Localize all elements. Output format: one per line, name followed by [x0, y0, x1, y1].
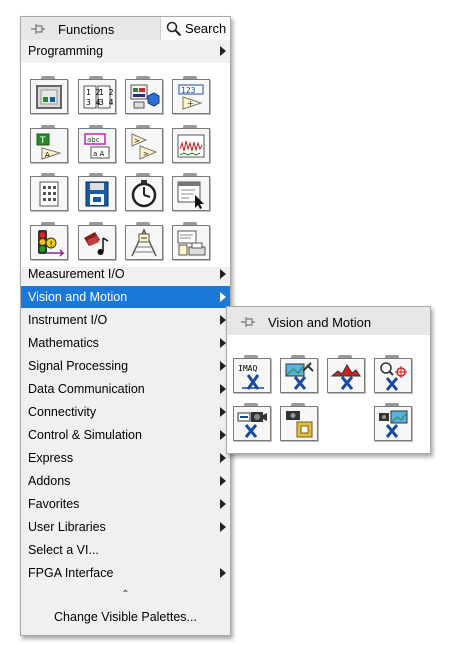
array-icon[interactable]: 1 2 1 2 3 4 3 4	[78, 76, 116, 114]
palette-title: Functions	[58, 22, 115, 37]
vision-utilities-icon[interactable]	[280, 355, 318, 393]
graphics-sound-icon[interactable]	[78, 222, 116, 260]
menu-item-programming[interactable]: Programming	[21, 40, 230, 62]
svg-text:a A: a A	[93, 150, 105, 158]
machine-vision-icon[interactable]	[374, 355, 412, 393]
menu-item-express[interactable]: Express	[21, 447, 230, 469]
menu-item-label: Select a VI...	[28, 543, 99, 557]
image-processing-icon[interactable]	[327, 355, 365, 393]
menu-item-label: Vision and Motion	[28, 290, 128, 304]
menu-item-label: FPGA Interface	[28, 566, 114, 580]
vision-acquisition-icon[interactable]	[233, 403, 271, 441]
menu-item-mathematics[interactable]: Mathematics	[21, 332, 230, 354]
print-report-icon[interactable]	[172, 222, 210, 260]
pushpin-icon[interactable]	[29, 21, 47, 37]
vision-and-motion-subpalette: Vision and Motion IMAQ	[226, 306, 431, 454]
dialog-ui-icon[interactable]	[30, 173, 68, 211]
menu-item-label: Programming	[28, 44, 104, 58]
svg-text:3 4: 3 4	[99, 98, 113, 107]
timing-waveform-icon[interactable]	[172, 125, 210, 163]
menu-item-measurement-i-o[interactable]: Measurement I/O	[21, 263, 230, 285]
search-label: Search	[185, 21, 227, 36]
menu-item-fpga-interface[interactable]: FPGA Interface	[21, 562, 230, 584]
menu-item-label: Signal Processing	[28, 359, 129, 373]
menu-item-label: Measurement I/O	[28, 267, 125, 281]
programming-icons-grid: 1 2 1 2 3 4 3 4 123 + T A abc a A > > !	[21, 63, 230, 267]
menu-item-select-a-vi[interactable]: Select a VI...	[21, 539, 230, 561]
submenu-arrow-icon	[220, 269, 226, 279]
menu-item-signal-processing[interactable]: Signal Processing	[21, 355, 230, 377]
svg-text:>: >	[134, 137, 140, 145]
menu-item-label: Addons	[28, 474, 71, 488]
application-control-icon[interactable]	[172, 173, 210, 211]
collapse-chevron-icon[interactable]: ⌃	[21, 589, 230, 603]
comparison-icon[interactable]: > >	[125, 125, 163, 163]
svg-text:A: A	[45, 151, 50, 159]
change-visible-palettes-button[interactable]: Change Visible Palettes...	[21, 610, 230, 624]
menu-item-label: Connectivity	[28, 405, 97, 419]
cluster-class-variant-icon[interactable]	[125, 76, 163, 114]
menu-item-user-libraries[interactable]: User Libraries	[21, 516, 230, 538]
svg-text:!: !	[50, 240, 53, 249]
string-icon[interactable]: abc a A	[78, 125, 116, 163]
timing-icon[interactable]	[125, 173, 163, 211]
search-icon	[166, 21, 182, 36]
palette-title-bar[interactable]: Functions Search	[21, 17, 230, 40]
menu-item-label: Express	[28, 451, 74, 465]
search-button[interactable]: Search	[160, 17, 230, 40]
menu-item-connectivity[interactable]: Connectivity	[21, 401, 230, 423]
motion-icon[interactable]	[280, 403, 318, 441]
menu-item-vision-and-motion[interactable]: Vision and Motion	[21, 286, 230, 308]
menu-item-label: Control & Simulation	[28, 428, 142, 442]
numeric-icon[interactable]: 123 +	[172, 76, 210, 114]
menu-item-label: Data Communication	[28, 382, 145, 396]
menu-item-label: Instrument I/O	[28, 313, 108, 327]
menu-item-control-simulation[interactable]: Control & Simulation	[21, 424, 230, 446]
report-generation-icon[interactable]	[125, 222, 163, 260]
submenu-arrow-icon	[220, 292, 226, 302]
svg-text:>: >	[143, 150, 149, 158]
submenu-arrow-icon	[220, 522, 226, 532]
svg-text:+: +	[187, 99, 194, 108]
imaq-text: IMAQ	[238, 364, 257, 373]
structures-icon[interactable]	[30, 76, 68, 114]
submenu-arrow-icon	[220, 499, 226, 509]
menu-item-label: User Libraries	[28, 520, 106, 534]
functions-palette: Functions Search Programming 1 2 1 2 3 4…	[20, 16, 231, 636]
pushpin-icon[interactable]	[239, 314, 257, 330]
synchronization-icon[interactable]: !	[30, 222, 68, 260]
menu-item-label: Mathematics	[28, 336, 99, 350]
boolean-icon[interactable]: T A	[30, 125, 68, 163]
vision-express-icon[interactable]	[374, 403, 412, 441]
submenu-arrow-icon	[220, 568, 226, 578]
svg-text:T: T	[39, 136, 46, 146]
subpalette-title-bar[interactable]: Vision and Motion	[227, 307, 430, 335]
imaq-icon[interactable]: IMAQ	[233, 355, 271, 393]
file-io-icon[interactable]	[78, 173, 116, 211]
submenu-arrow-icon	[220, 476, 226, 486]
menu-item-favorites[interactable]: Favorites	[21, 493, 230, 515]
submenu-arrow-icon	[220, 46, 226, 56]
menu-item-label: Favorites	[28, 497, 80, 511]
menu-item-addons[interactable]: Addons	[21, 470, 230, 492]
menu-item-data-communication[interactable]: Data Communication	[21, 378, 230, 400]
svg-text:123: 123	[181, 86, 196, 95]
subpalette-title: Vision and Motion	[268, 315, 372, 330]
submenu-arrow-icon	[220, 453, 226, 463]
menu-item-instrument-i-o[interactable]: Instrument I/O	[21, 309, 230, 331]
svg-text:1 2: 1 2	[99, 88, 113, 97]
svg-text:abc: abc	[87, 136, 100, 144]
